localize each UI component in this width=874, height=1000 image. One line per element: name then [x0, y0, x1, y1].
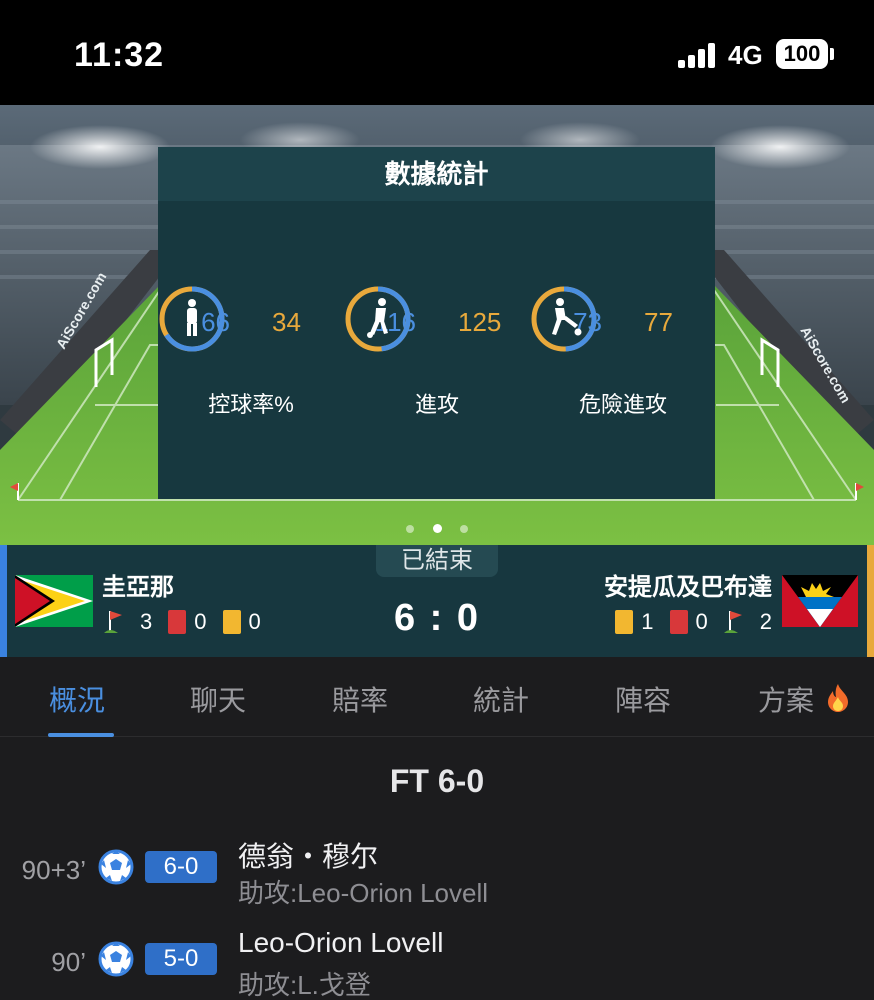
guyana-flag-icon[interactable] [15, 575, 93, 627]
stats-panel-title: 數據統計 [158, 147, 715, 201]
yellow-card-icon [222, 610, 241, 634]
soccer-ball-icon [98, 849, 134, 885]
event-minute: 90’ [51, 947, 86, 977]
away-team-stats: 1 0 2 [615, 607, 772, 637]
away-yellow-cards: 1 [641, 609, 654, 634]
stat-away-value: 125 [458, 307, 502, 337]
stat-away-value: 34 [272, 307, 301, 337]
event-score-badge: 5-0 [145, 943, 217, 975]
soccer-ball-icon [98, 941, 134, 977]
page-dot-active[interactable] [432, 524, 442, 533]
battery-icon: 100 [776, 39, 828, 69]
clock: 11:32 [74, 36, 165, 74]
flame-icon [827, 684, 848, 712]
event-score-badge: 6-0 [145, 851, 217, 883]
stat-away-value: 77 [644, 307, 673, 337]
home-red-cards: 0 [194, 609, 207, 634]
tab-chat[interactable]: 聊天 [190, 679, 246, 719]
home-corners: 3 [140, 609, 153, 634]
event-player-name[interactable]: 德翁・穆尔 [238, 835, 378, 875]
antigua-barbuda-flag-icon[interactable] [782, 575, 858, 627]
corner-flag-icon [104, 611, 122, 633]
attacks-ring [345, 286, 411, 352]
home-team-stats: 3 0 0 [102, 607, 261, 637]
event-assist: 助攻:L.戈登 [238, 970, 371, 1000]
event-player-name[interactable]: Leo-Orion Lovell [238, 927, 443, 959]
home-team-name[interactable]: 圭亞那 [102, 567, 174, 602]
stadium-banner[interactable]: AiScore.com AiScore.com 數據統計 66 34 控球率% … [0, 105, 874, 545]
red-card-icon [168, 610, 187, 634]
match-status-badge: 已結束 [376, 545, 498, 577]
battery-tip [830, 48, 834, 60]
stats-panel: 數據統計 66 34 控球率% 116 125 進攻 73 77 危險進攻 [158, 147, 715, 499]
tab-plans-label: 方案 [758, 685, 815, 716]
cellular-signal-icon [678, 42, 718, 68]
tab-odds[interactable]: 賠率 [332, 679, 388, 719]
dangerous-attacks-ring [531, 286, 597, 352]
stat-label-attacks: 進攻 [414, 392, 459, 417]
stat-attacks: 116 125 [344, 285, 530, 355]
player-standing-icon [187, 299, 197, 336]
away-corners: 2 [759, 609, 772, 634]
stat-possession: 66 34 [158, 285, 344, 355]
page-dot[interactable] [459, 525, 468, 533]
red-card-icon [669, 610, 688, 634]
tab-overview[interactable]: 概況 [49, 679, 105, 719]
player-dribbling-icon [367, 298, 388, 338]
full-time-title: FT 6-0 [389, 763, 485, 799]
event-minute: 90+3’ [21, 855, 86, 885]
tab-lineups[interactable]: 陣容 [615, 679, 671, 719]
tab-plans[interactable]: 方案 [758, 679, 850, 719]
match-score-bar: 已結束 圭亞那 3 0 0 6 : 0 安提瓜及巴布達 1 0 2 [0, 545, 874, 657]
away-accent-bar [867, 545, 874, 657]
network-type: 4G [728, 40, 763, 70]
home-yellow-cards: 0 [248, 609, 261, 634]
page-dot[interactable] [406, 525, 415, 533]
tab-stats[interactable]: 統計 [473, 679, 529, 719]
goal-event-row[interactable]: 90’ 5-0 Leo-Orion Lovell 助攻:L.戈登 [0, 927, 874, 1000]
match-score: 6 : 0 [393, 597, 481, 639]
away-team-name[interactable]: 安提瓜及巴布達 [604, 567, 772, 602]
goal-event-row[interactable]: 90+3’ 6-0 德翁・穆尔 助攻:Leo-Orion Lovell [0, 841, 874, 921]
possession-ring [159, 286, 225, 352]
corner-flag-icon [723, 611, 742, 633]
stat-dangerous-attacks: 73 77 [530, 285, 716, 355]
match-events: FT 6-0 90+3’ 6-0 德翁・穆尔 助攻:Leo-Orion Love… [0, 737, 874, 1000]
away-red-cards: 0 [695, 609, 708, 634]
event-assist: 助攻:Leo-Orion Lovell [238, 878, 488, 908]
match-tabs: 概況 聊天 賠率 統計 陣容 方案 [0, 657, 874, 737]
stat-label-dangerous-attacks: 危險進攻 [578, 392, 667, 417]
status-bar: 11:32 4G 100 [0, 0, 874, 105]
player-kicking-icon [552, 298, 582, 336]
stat-label-possession: 控球率% [208, 392, 294, 417]
yellow-card-icon [615, 610, 634, 634]
home-accent-bar [0, 545, 7, 657]
carousel-page-indicator[interactable] [0, 520, 874, 538]
